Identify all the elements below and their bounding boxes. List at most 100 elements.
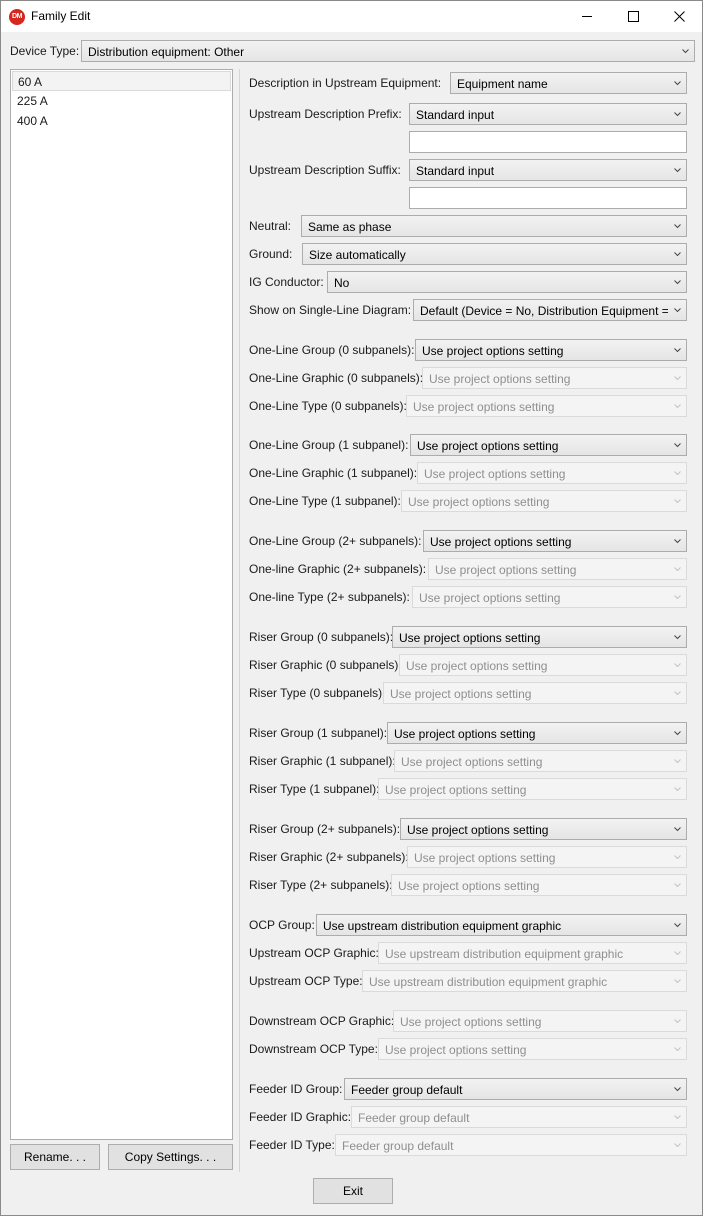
chevron-down-icon [674, 280, 681, 285]
down-ocp-type-value: Use project options setting [385, 1043, 527, 1057]
upstream-suffix-input[interactable] [409, 187, 687, 209]
feeder-group-dropdown[interactable]: Feeder group default [344, 1078, 687, 1100]
r-group-1-value: Use project options setting [394, 727, 536, 741]
close-button[interactable] [656, 1, 702, 32]
down-ocp-graphic-dropdown: Use project options setting [393, 1010, 687, 1032]
upstream-prefix-input[interactable] [409, 131, 687, 153]
ol-type-1-label: One-Line Type (1 subpanel): [249, 494, 401, 508]
maximize-icon [628, 11, 639, 22]
ol-type-0-label: One-Line Type (0 subpanels): [249, 399, 407, 413]
rename-button[interactable]: Rename. . . [10, 1144, 100, 1170]
chevron-down-icon [674, 168, 681, 173]
show-sld-dropdown[interactable]: Default (Device = No, Distribution Equip… [413, 299, 687, 321]
r-graphic-2-value: Use project options setting [414, 851, 556, 865]
ol-graphic-2-value: Use project options setting [435, 563, 577, 577]
r-type-1-dropdown: Use project options setting [378, 778, 687, 800]
r-type-0-dropdown: Use project options setting [383, 682, 687, 704]
chevron-down-icon [682, 49, 689, 54]
r-graphic-1-label: Riser Graphic (1 subpanel): [249, 754, 396, 768]
exit-button[interactable]: Exit [313, 1178, 393, 1204]
ig-conductor-dropdown[interactable]: No [327, 271, 687, 293]
down-ocp-graphic-label: Downstream OCP Graphic: [249, 1014, 395, 1028]
chevron-down-icon [674, 1047, 681, 1052]
chevron-down-icon [674, 855, 681, 860]
upstream-suffix-value: Standard input [416, 164, 495, 178]
r-group-1-dropdown[interactable]: Use project options setting [387, 722, 687, 744]
upstream-prefix-dropdown[interactable]: Standard input [409, 103, 687, 125]
r-graphic-0-label: Riser Graphic (0 subpanels): [249, 658, 402, 672]
ocp-group-dropdown[interactable]: Use upstream distribution equipment grap… [316, 914, 687, 936]
chevron-down-icon [674, 308, 681, 313]
desc-upstream-dropdown[interactable]: Equipment name [450, 72, 687, 94]
panel-divider [239, 69, 240, 1172]
neutral-dropdown[interactable]: Same as phase [301, 215, 687, 237]
r-group-0-label: Riser Group (0 subpanels): [249, 630, 394, 644]
upstream-suffix-dropdown[interactable]: Standard input [409, 159, 687, 181]
chevron-down-icon [674, 635, 681, 640]
ol-graphic-1-label: One-Line Graphic (1 subpanel): [249, 466, 418, 480]
ol-group-2-dropdown[interactable]: Use project options setting [423, 530, 687, 552]
copy-settings-button[interactable]: Copy Settings. . . [108, 1144, 233, 1170]
maximize-button[interactable] [610, 1, 656, 32]
r-group-2-value: Use project options setting [407, 823, 549, 837]
ol-group-0-dropdown[interactable]: Use project options setting [415, 339, 687, 361]
ig-conductor-label: IG Conductor: [249, 275, 324, 289]
chevron-down-icon [674, 979, 681, 984]
chevron-down-icon [674, 1019, 681, 1024]
chevron-down-icon [674, 1115, 681, 1120]
ol-type-1-dropdown: Use project options setting [401, 490, 687, 512]
chevron-down-icon [674, 224, 681, 229]
neutral-label: Neutral: [249, 219, 292, 233]
chevron-down-icon [674, 1087, 681, 1092]
r-type-0-label: Riser Type (0 subpanels): [249, 686, 386, 700]
ol-group-2-label: One-Line Group (2+ subpanels): [249, 534, 422, 548]
minimize-icon [582, 16, 592, 17]
feeder-type-value: Feeder group default [342, 1139, 454, 1153]
window-title: Family Edit [31, 9, 91, 23]
r-group-2-dropdown[interactable]: Use project options setting [400, 818, 687, 840]
feeder-group-label: Feeder ID Group: [249, 1082, 343, 1096]
chevron-down-icon [674, 595, 681, 600]
r-graphic-0-value: Use project options setting [406, 659, 548, 673]
upstream-prefix-label: Upstream Description Prefix: [249, 107, 402, 121]
chevron-down-icon [674, 787, 681, 792]
chevron-down-icon [674, 443, 681, 448]
ol-graphic-1-dropdown: Use project options setting [417, 462, 687, 484]
family-list[interactable]: 60 A 225 A 400 A [10, 69, 233, 1140]
family-list-item[interactable]: 60 A [12, 71, 231, 91]
device-type-dropdown[interactable]: Distribution equipment: Other [81, 40, 695, 62]
r-type-2-label: Riser Type (2+ subpanels): [249, 878, 393, 892]
ground-label: Ground: [249, 247, 293, 261]
family-list-item[interactable]: 225 A [12, 91, 231, 111]
title-bar[interactable]: DM Family Edit [1, 1, 702, 32]
family-list-item[interactable]: 400 A [12, 111, 231, 131]
r-group-0-dropdown[interactable]: Use project options setting [392, 626, 687, 648]
chevron-down-icon [674, 923, 681, 928]
feeder-type-dropdown: Feeder group default [335, 1134, 687, 1156]
ol-group-0-value: Use project options setting [422, 344, 564, 358]
chevron-down-icon [674, 951, 681, 956]
device-type-label: Device Type: [10, 44, 80, 58]
chevron-down-icon [674, 567, 681, 572]
family-edit-window: DM Family Edit Device Type: Distribution… [0, 0, 703, 1216]
ocp-group-value: Use upstream distribution equipment grap… [323, 919, 562, 933]
chevron-down-icon [674, 499, 681, 504]
chevron-down-icon [674, 883, 681, 888]
feeder-graphic-dropdown: Feeder group default [351, 1106, 687, 1128]
ol-graphic-2-label: One-line Graphic (2+ subpanels): [249, 562, 427, 576]
r-graphic-0-dropdown: Use project options setting [399, 654, 687, 676]
ol-group-0-label: One-Line Group (0 subpanels): [249, 343, 415, 357]
feeder-graphic-value: Feeder group default [358, 1111, 470, 1125]
show-sld-value: Default (Device = No, Distribution Equip… [420, 304, 668, 318]
upstream-suffix-label: Upstream Description Suffix: [249, 163, 401, 177]
upstream-prefix-value: Standard input [416, 108, 495, 122]
up-ocp-graphic-value: Use upstream distribution equipment grap… [385, 947, 624, 961]
minimize-button[interactable] [564, 1, 610, 32]
ground-dropdown[interactable]: Size automatically [302, 243, 687, 265]
down-ocp-type-label: Downstream OCP Type: [249, 1042, 378, 1056]
ol-group-1-dropdown[interactable]: Use project options setting [410, 434, 687, 456]
r-group-2-label: Riser Group (2+ subpanels): [249, 822, 401, 836]
chevron-down-icon [674, 539, 681, 544]
chevron-down-icon [674, 81, 681, 86]
down-ocp-type-dropdown: Use project options setting [378, 1038, 687, 1060]
